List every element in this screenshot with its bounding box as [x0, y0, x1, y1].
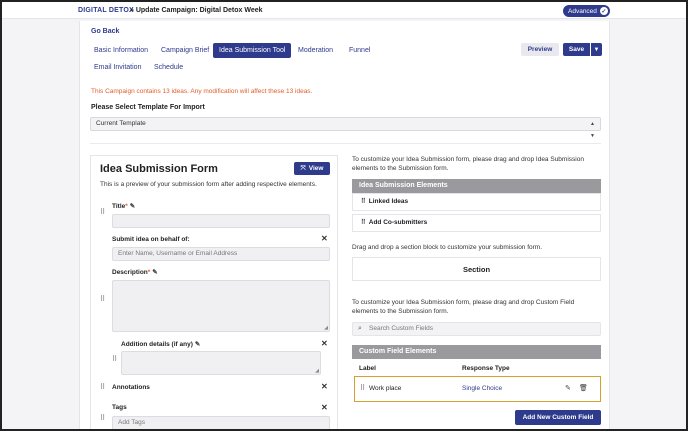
drag-handle-icon[interactable]: ⠿	[100, 295, 108, 303]
behalf-input[interactable]: Enter Name, Username or Email Address	[112, 247, 330, 261]
advanced-label: Advanced	[568, 7, 597, 15]
template-label: Please Select Template For Import	[91, 104, 205, 111]
tab-moderation[interactable]: Moderation	[292, 43, 339, 58]
tab-funnel[interactable]: Funnel	[343, 43, 376, 58]
tab-email-invitation[interactable]: Email Invitation	[88, 60, 147, 75]
tab-campaign-brief[interactable]: Campaign Brief	[155, 43, 215, 58]
section-block[interactable]: Section	[352, 257, 601, 281]
field-label-title: Title* ✎	[112, 203, 136, 210]
custom-fields-header: Custom Field Elements	[352, 345, 601, 359]
custom-field-label: Work place	[369, 385, 402, 392]
drag-handle-icon: ⠿	[361, 198, 366, 205]
description-textarea[interactable]: ◢	[112, 280, 330, 332]
form-preview-panel: Idea Submission Form ⤧ View This is a pr…	[90, 155, 338, 429]
tab-basic-information[interactable]: Basic Information	[88, 43, 154, 58]
form-description: This is a preview of your submission for…	[100, 181, 317, 188]
drag-handle-icon[interactable]: ⠿	[100, 208, 108, 216]
drag-handle-icon[interactable]: ⠿	[100, 383, 108, 391]
close-icon[interactable]: ✕	[321, 339, 328, 348]
divider	[90, 143, 601, 144]
top-bar: DIGITAL DETOX » Update Campaign: Digital…	[2, 2, 686, 19]
field-label-tags: Tags	[112, 404, 127, 411]
resize-grip-icon[interactable]: ◢	[324, 325, 328, 331]
main-card: Go Back Basic Information Campaign Brief…	[79, 21, 610, 429]
pencil-icon[interactable]: ✎	[565, 384, 571, 392]
pencil-icon[interactable]: ✎	[195, 341, 200, 348]
custom-field-response-type[interactable]: Single Choice	[462, 385, 502, 392]
drag-handle-icon[interactable]: ⠿	[360, 384, 365, 392]
additional-textarea[interactable]: ◢	[121, 351, 321, 375]
title-input[interactable]	[112, 214, 330, 228]
brand-link[interactable]: DIGITAL DETOX	[78, 7, 134, 14]
close-icon[interactable]: ✕	[321, 234, 328, 243]
field-label-behalf: Submit idea on behalf of:	[112, 236, 190, 243]
field-label-annotations: Annotations	[112, 384, 150, 391]
template-select-value: Current Template	[96, 120, 146, 127]
builder-panel: To customize your Idea Submission form, …	[352, 155, 604, 429]
go-back-link[interactable]: Go Back	[91, 28, 119, 35]
drag-handle-icon[interactable]: ⠿	[100, 414, 108, 422]
search-placeholder: Search Custom Fields	[369, 325, 433, 332]
field-label-additional: Addition details (if any) ✎	[121, 341, 201, 348]
drag-handle-icon[interactable]: ⠿	[112, 355, 120, 363]
elements-header: Idea Submission Elements	[352, 179, 601, 193]
tags-input[interactable]: Add Tags	[112, 416, 330, 429]
custom-field-row[interactable]: ⠿ Work place Single Choice ✎ 🗑	[354, 376, 601, 402]
save-options-button[interactable]: ▼	[591, 43, 602, 56]
element-add-co-submitters[interactable]: ⠿ Add Co-submitters	[352, 214, 601, 232]
add-custom-field-button[interactable]: Add New Custom Field	[515, 410, 601, 425]
pencil-icon[interactable]: ✎	[130, 203, 135, 210]
section-intro: Drag and drop a section block to customi…	[352, 244, 543, 251]
close-icon[interactable]: ✕	[321, 403, 328, 412]
builder-intro: To customize your Idea Submission form, …	[352, 156, 584, 172]
element-linked-ideas[interactable]: ⠿ Linked Ideas	[352, 193, 601, 211]
pencil-icon[interactable]: ✎	[152, 269, 157, 276]
field-label-description: Description* ✎	[112, 269, 158, 276]
app-frame: DIGITAL DETOX » Update Campaign: Digital…	[0, 0, 688, 431]
column-header-response-type: Response Type	[462, 365, 510, 372]
tab-idea-submission-tool[interactable]: Idea Submission Tool	[213, 43, 292, 58]
save-button[interactable]: Save	[563, 43, 590, 56]
check-icon: ✓	[599, 7, 608, 15]
preview-button[interactable]: Preview	[521, 43, 559, 56]
notice-text: This Campaign contains 13 ideas. Any mod…	[91, 88, 313, 95]
chevron-down-icon: ▼	[593, 46, 600, 53]
advanced-toggle[interactable]: Advanced ✓	[563, 5, 610, 17]
expand-icon: ⤧	[300, 164, 306, 172]
close-icon[interactable]: ✕	[321, 382, 328, 391]
tab-schedule[interactable]: Schedule	[148, 60, 189, 75]
breadcrumb: » Update Campaign: Digital Detox Week	[130, 7, 263, 14]
select-caret-icon: ▲ ▼	[590, 121, 595, 139]
column-header-label: Label	[359, 365, 376, 372]
resize-grip-icon[interactable]: ◢	[315, 368, 319, 374]
view-button[interactable]: ⤧ View	[294, 162, 330, 175]
template-select[interactable]: Current Template ▲ ▼	[90, 117, 601, 139]
custom-field-search[interactable]: ⌕ Search Custom Fields	[352, 322, 601, 336]
trash-icon[interactable]: 🗑	[579, 384, 588, 392]
view-button-label: View	[308, 165, 324, 172]
custom-intro: To customize your Idea Submission form, …	[352, 299, 575, 315]
search-icon: ⌕	[358, 325, 362, 332]
drag-handle-icon: ⠿	[361, 219, 366, 226]
form-title: Idea Submission Form	[100, 163, 218, 175]
